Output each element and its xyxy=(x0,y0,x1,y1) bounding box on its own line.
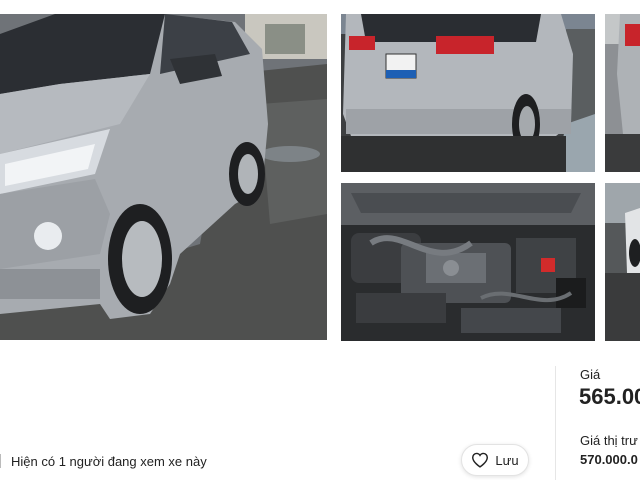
save-button[interactable]: Lưu xyxy=(461,444,529,476)
photo-gallery xyxy=(0,0,640,342)
engine-bay-photo[interactable] xyxy=(341,183,595,341)
rear-partial-photo[interactable] xyxy=(605,14,640,172)
side-partial-photo[interactable] xyxy=(605,183,640,341)
viewers-notice: Hiện có 1 người đang xem xe này xyxy=(0,452,207,470)
car-rear-partial-photo-icon xyxy=(605,14,640,172)
viewers-divider xyxy=(0,454,1,468)
market-price-label: Giá thị trư xyxy=(580,433,638,448)
price-divider xyxy=(555,366,556,480)
heart-icon xyxy=(472,452,489,468)
car-front-photo-icon xyxy=(0,14,327,340)
engine-bay-photo-icon xyxy=(341,183,595,341)
save-label: Lưu xyxy=(495,452,519,468)
viewers-text: Hiện có 1 người đang xem xe này xyxy=(11,453,207,469)
car-rear-photo-icon xyxy=(341,14,595,172)
main-car-photo[interactable] xyxy=(0,14,327,340)
market-price-value: 570.000.0 xyxy=(580,452,638,467)
rear-car-photo[interactable] xyxy=(341,14,595,172)
price-label: Giá xyxy=(580,367,601,382)
price-value: 565.00 xyxy=(579,384,640,409)
car-side-partial-photo-icon xyxy=(605,183,640,341)
